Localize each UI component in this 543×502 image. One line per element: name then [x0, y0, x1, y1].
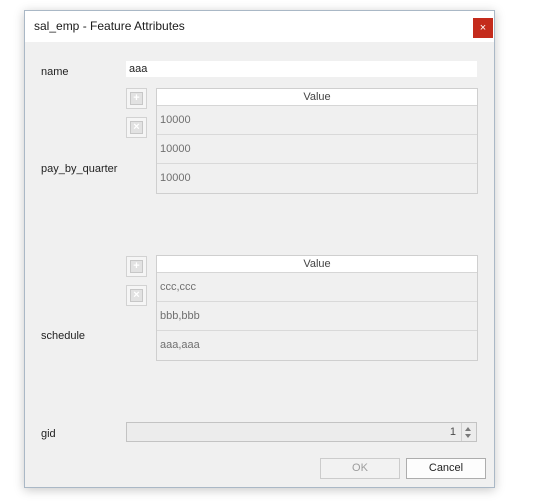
chevron-down-icon[interactable] — [465, 434, 471, 438]
name-input[interactable] — [126, 61, 477, 77]
gid-stepper[interactable] — [461, 423, 476, 441]
schedule-add-button[interactable]: + — [126, 256, 147, 277]
remove-x-icon: × — [130, 289, 143, 302]
table-row[interactable]: 10000 — [157, 164, 477, 193]
pay-by-quarter-table: Value 10000 10000 10000 — [156, 88, 478, 194]
pay-by-quarter-remove-button[interactable]: × — [126, 117, 147, 138]
pay-by-quarter-column-header[interactable]: Value — [157, 89, 477, 106]
table-row[interactable]: bbb,bbb — [157, 302, 477, 331]
name-label: name — [41, 66, 69, 78]
feature-attributes-dialog: sal_emp - Feature Attributes × name + × … — [24, 10, 495, 488]
gid-spinbox[interactable]: 1 — [126, 422, 477, 442]
table-row[interactable]: 10000 — [157, 135, 477, 164]
schedule-remove-button[interactable]: × — [126, 285, 147, 306]
gid-value: 1 — [449, 426, 456, 438]
table-row[interactable]: ccc,ccc — [157, 273, 477, 302]
table-row[interactable]: 10000 — [157, 106, 477, 135]
close-icon: × — [479, 22, 487, 34]
pay-by-quarter-add-button[interactable]: + — [126, 88, 147, 109]
pay-by-quarter-label: pay_by_quarter — [41, 163, 118, 175]
remove-x-icon: × — [130, 121, 143, 134]
window-title: sal_emp - Feature Attributes — [34, 19, 185, 33]
plus-icon: + — [130, 260, 143, 273]
title-bar[interactable]: sal_emp - Feature Attributes × — [25, 11, 494, 42]
schedule-column-header[interactable]: Value — [157, 256, 477, 273]
close-button[interactable]: × — [473, 18, 493, 38]
table-row[interactable]: aaa,aaa — [157, 331, 477, 360]
ok-button[interactable]: OK — [320, 458, 400, 479]
schedule-label: schedule — [41, 330, 86, 342]
cancel-button[interactable]: Cancel — [406, 458, 486, 479]
schedule-table: Value ccc,ccc bbb,bbb aaa,aaa — [156, 255, 478, 361]
plus-icon: + — [130, 92, 143, 105]
gid-label: gid — [41, 428, 56, 440]
chevron-up-icon[interactable] — [465, 427, 471, 431]
